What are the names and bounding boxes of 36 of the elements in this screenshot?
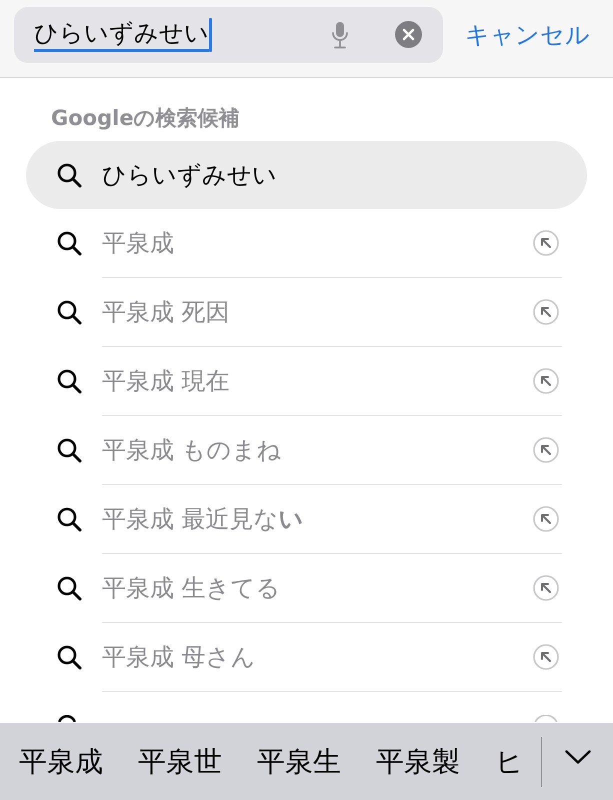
clear-icon[interactable] [395,21,422,48]
suggestion-text: 平泉成 生きてる [102,573,281,604]
suggestion-text: 平泉成 最近見ない [102,504,304,535]
conversion-candidate[interactable]: 平泉世 [138,742,222,782]
search-field[interactable]: ひらいずみせい [14,6,443,62]
search-icon [57,576,82,601]
suggestion-row[interactable]: 平泉成 死因 [26,278,587,347]
search-icon [57,438,82,463]
chevron-down-icon[interactable] [564,750,590,764]
suggestion-row[interactable]: 平泉成 現在 [26,347,587,416]
suggestion-row[interactable]: 平泉成 ものまね [26,416,587,485]
search-icon [57,231,82,256]
text-cursor [209,18,212,52]
search-icon [57,369,82,394]
search-icon [57,645,82,670]
microphone-icon[interactable] [331,20,349,48]
suggestion-text: ひらいずみせい [102,160,277,191]
cancel-button[interactable]: キャンセル [465,18,590,50]
conversion-candidate[interactable]: ヒ [495,742,524,782]
suggestion-row[interactable]: 平泉成 母さん [26,623,587,692]
suggestion-text: 平泉成 ものまね [102,435,282,466]
search-icon [57,300,82,325]
conversion-candidate[interactable]: 平泉製 [376,742,460,782]
suggestion-row[interactable]: 平泉成 最近見ない [26,485,587,554]
section-heading: Googleの検索候補 [51,105,240,132]
search-icon [57,162,82,188]
suggestion-text: 平泉成 現在 [102,366,230,397]
suggestion-text: 平泉成 死因 [102,297,230,328]
suggestion-row[interactable]: ひらいずみせい [26,141,587,209]
suggestion-row[interactable]: 平泉成 [26,209,587,278]
search-icon [57,507,82,532]
suggestion-text: 平泉成 母さん [102,642,256,673]
conversion-candidate[interactable]: 平泉生 [257,742,341,782]
conversion-candidate[interactable]: 平泉成 [19,742,103,782]
suggestion-text: 平泉成 [102,228,174,259]
suggestion-row[interactable]: 平泉成 生きてる [26,554,587,623]
